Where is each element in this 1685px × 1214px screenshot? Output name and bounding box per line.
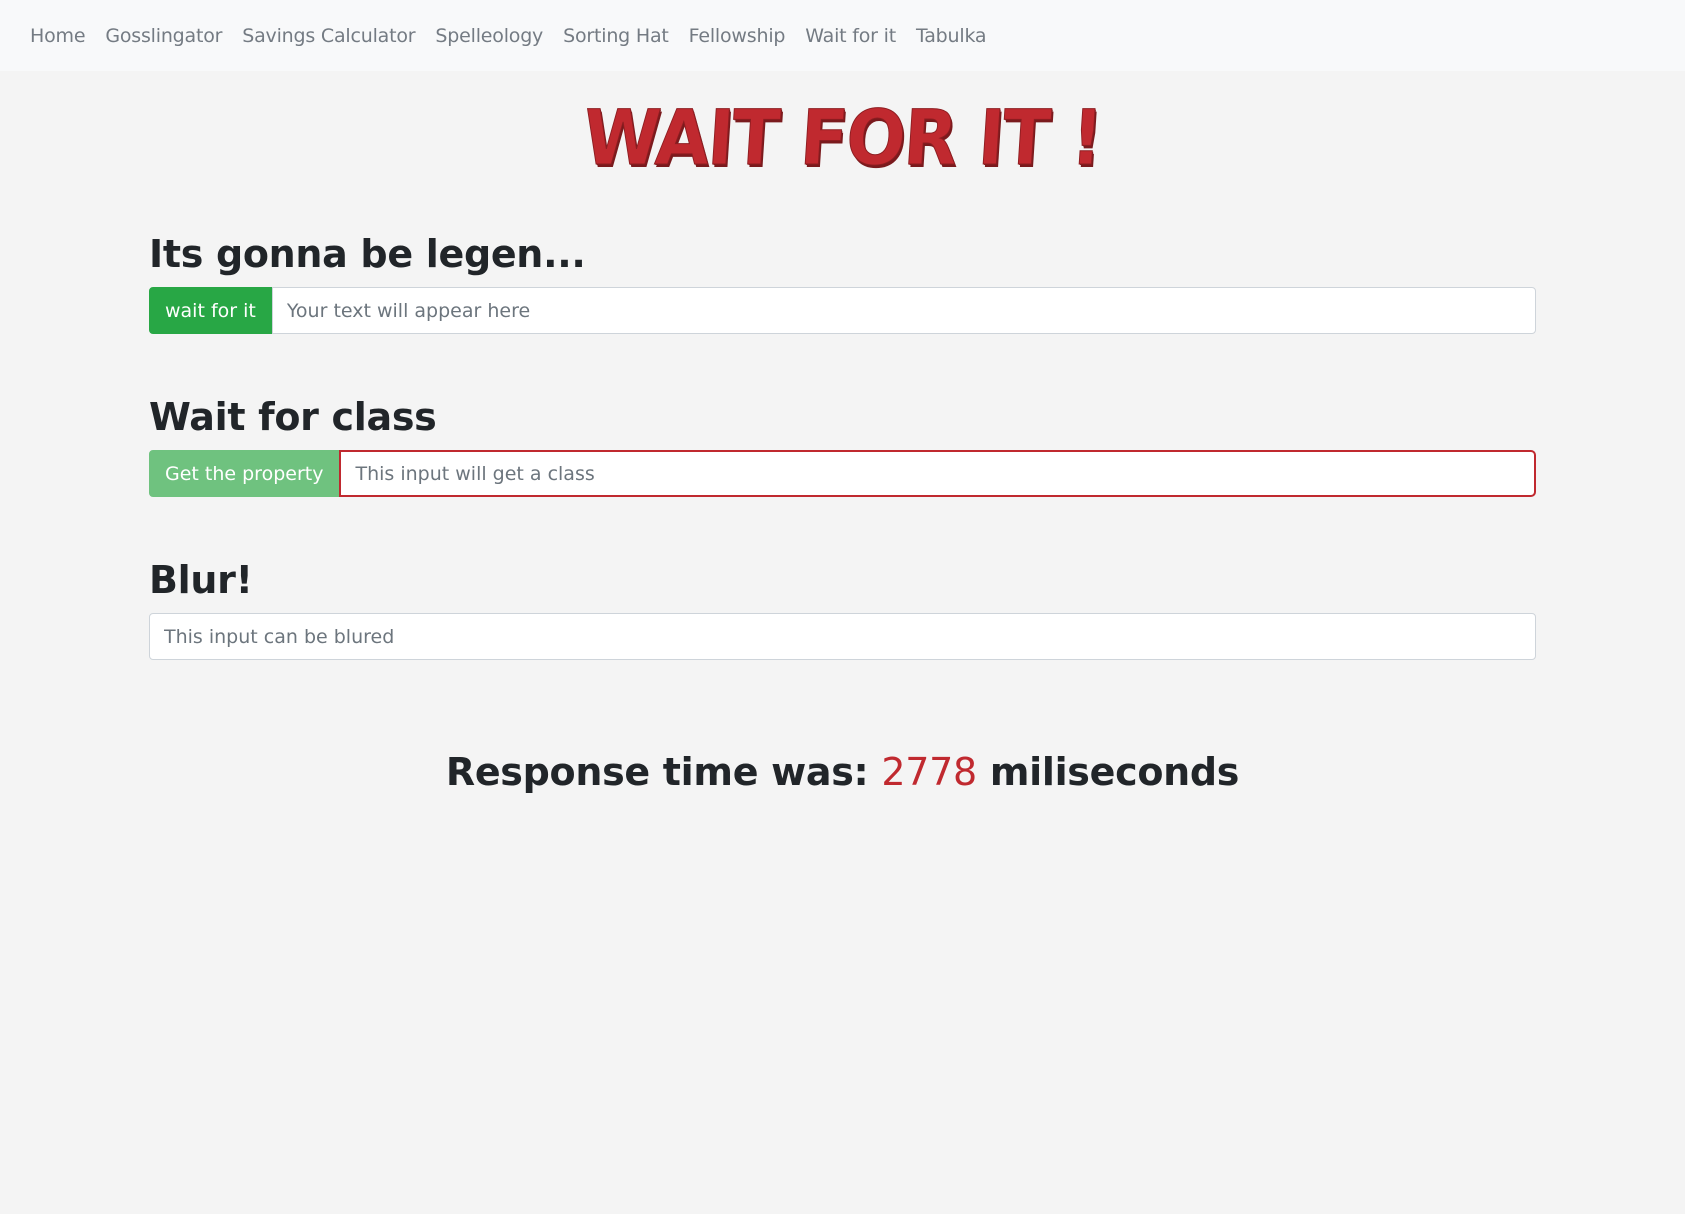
blur-input[interactable] [149,613,1536,660]
blur-heading: Blur! [149,558,253,602]
response-prefix: Response time was: [445,750,882,794]
wait-class-input-group: Get the property [149,450,1536,497]
nav-link-fellowship[interactable]: Fellowship [679,25,796,47]
response-time-text: Response time was: 2778 miliseconds [0,750,1685,794]
nav-link-spelleology[interactable]: Spelleology [425,25,553,47]
class-target-input[interactable] [339,450,1536,497]
title-container: WAIT FOR IT ! [0,93,1685,183]
wait-class-heading: Wait for class [149,395,437,439]
legen-input-group: wait for it [149,287,1536,334]
blur-input-group [149,613,1536,660]
nav-link-sorting-hat[interactable]: Sorting Hat [553,25,679,47]
response-time-value: 2778 [881,750,977,794]
top-navbar: Home Gosslingator Savings Calculator Spe… [0,0,1685,71]
get-property-button[interactable]: Get the property [149,450,340,497]
legen-heading: Its gonna be legen... [149,232,586,276]
nav-link-wait-for-it[interactable]: Wait for it [795,25,906,47]
nav-link-savings-calculator[interactable]: Savings Calculator [232,25,425,47]
nav-link-home[interactable]: Home [20,25,95,47]
legen-text-input[interactable] [271,287,1536,334]
nav-link-gosslingator[interactable]: Gosslingator [95,25,232,47]
response-suffix: miliseconds [976,750,1240,794]
wait-for-it-button[interactable]: wait for it [149,287,272,334]
nav-link-tabulka[interactable]: Tabulka [906,25,996,47]
page-title: WAIT FOR IT ! [580,93,1105,183]
